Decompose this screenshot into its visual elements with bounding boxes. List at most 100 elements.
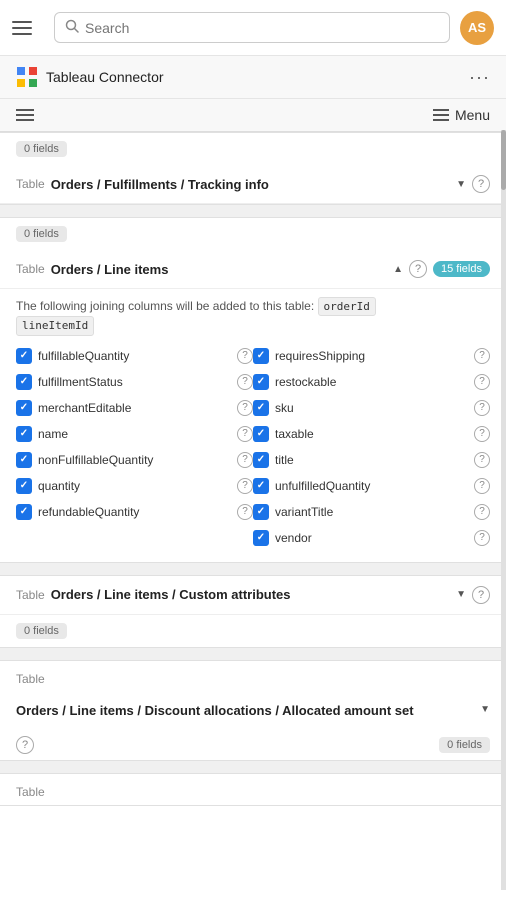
field-row: title ? [253,448,490,472]
checkbox-title[interactable] [253,452,269,468]
checkbox-fulfillableQuantity[interactable] [16,348,32,364]
checkbox-sku[interactable] [253,400,269,416]
field-row: nonFulfillableQuantity ? [16,448,253,472]
help-icon-custom[interactable]: ? [472,586,490,604]
fields-badge-fulfillments: 0 fields [16,141,67,157]
field-row: vendor ? [253,526,490,550]
table-header-discount: Orders / Line items / Discount allocatio… [0,692,506,730]
search-icon [65,19,79,36]
checkbox-quantity[interactable] [16,478,32,494]
field-row: name ? [16,422,253,446]
joining-info: The following joining columns will be ad… [0,289,506,340]
checkbox-nonFulfillableQuantity[interactable] [16,452,32,468]
chevron-down-icon[interactable]: ▼ [456,179,466,190]
field-row: merchantEditable ? [16,396,253,420]
table-only-label: Table [16,672,45,686]
section-bottom-row-discount: ? 0 fields [0,730,506,760]
checkbox-taxable[interactable] [253,426,269,442]
table-name-discount: Orders / Line items / Discount allocatio… [16,702,474,720]
field-name: restockable [275,375,468,389]
help-icon[interactable]: ? [237,504,253,520]
help-icon-fulfillments[interactable]: ? [472,175,490,193]
field-name: fulfillableQuantity [38,349,231,363]
field-name: sku [275,401,468,415]
help-icon[interactable]: ? [237,374,253,390]
help-icon[interactable]: ? [474,426,490,442]
help-icon[interactable]: ? [474,478,490,494]
table-name-custom: Orders / Line items / Custom attributes [51,587,450,602]
field-row: sku ? [253,396,490,420]
checkbox-requiresShipping[interactable] [253,348,269,364]
field-row: fulfillableQuantity ? [16,344,253,368]
top-bar: AS [0,0,506,56]
fields-right: requiresShipping ? restockable ? sku ? [253,344,490,550]
sub-hamburger-button[interactable] [16,109,34,121]
help-icon[interactable]: ? [474,452,490,468]
chevron-down-icon[interactable]: ▼ [480,704,490,715]
sub-header: Menu [0,99,506,132]
help-icon[interactable]: ? [237,452,253,468]
help-icon[interactable]: ? [474,530,490,546]
field-name: variantTitle [275,505,468,519]
avatar: AS [460,11,494,45]
table-name-fulfillments: Orders / Fulfillments / Tracking info [51,177,450,192]
checkbox-unfulfilledQuantity[interactable] [253,478,269,494]
field-name: name [38,427,231,441]
help-icon[interactable]: ? [237,348,253,364]
field-row: quantity ? [16,474,253,498]
scrollbar[interactable] [501,130,506,890]
fields-left: fulfillableQuantity ? fulfillmentStatus … [16,344,253,550]
tableau-icon [16,66,38,88]
field-name: vendor [275,531,468,545]
section-discount-allocations: Table Orders / Line items / Discount all… [0,660,506,761]
table-header-fulfillments: Table Orders / Fulfillments / Tracking i… [0,165,506,204]
table-only-header-last: Table [0,774,506,805]
help-icon[interactable]: ? [237,400,253,416]
section-line-items: 0 fields Table Orders / Line items ▲ ? 1… [0,217,506,563]
chevron-up-icon[interactable]: ▲ [393,264,403,275]
fields-badge-custom: 0 fields [16,623,67,639]
more-options-button[interactable]: ··· [469,67,490,88]
field-row: restockable ? [253,370,490,394]
checkbox-refundableQuantity[interactable] [16,504,32,520]
help-icon[interactable]: ? [237,426,253,442]
field-name: nonFulfillableQuantity [38,453,231,467]
help-icon-discount[interactable]: ? [16,736,34,754]
help-icon[interactable]: ? [474,348,490,364]
checkbox-merchantEditable[interactable] [16,400,32,416]
field-row: unfulfilledQuantity ? [253,474,490,498]
search-input[interactable] [85,20,439,36]
table-label-line-items: Table [16,262,45,276]
help-icon[interactable]: ? [474,400,490,416]
checkbox-restockable[interactable] [253,374,269,390]
field-name: unfulfilledQuantity [275,479,468,493]
content-area: Menu 0 fields Table Orders / Fulfillment… [0,99,506,806]
field-row: taxable ? [253,422,490,446]
checkbox-fulfillmentStatus[interactable] [16,374,32,390]
help-icon-line-items[interactable]: ? [409,260,427,278]
table-header-custom: Table Orders / Line items / Custom attri… [0,576,506,615]
section-last: Table [0,773,506,806]
table-name-line-items: Orders / Line items [51,262,387,277]
chevron-down-icon[interactable]: ▼ [456,589,466,600]
field-name: title [275,453,468,467]
checkbox-variantTitle[interactable] [253,504,269,520]
field-name: merchantEditable [38,401,231,415]
menu-button[interactable]: Menu [433,107,490,123]
menu-label: Menu [455,107,490,123]
field-name: fulfillmentStatus [38,375,231,389]
help-icon[interactable]: ? [237,478,253,494]
scroll-thumb[interactable] [501,130,506,190]
checkbox-name[interactable] [16,426,32,442]
field-name: refundableQuantity [38,505,231,519]
field-name: requiresShipping [275,349,468,363]
menu-lines-icon [433,109,449,121]
joining-tag-lineitemid: lineItemId [16,316,94,335]
table-only-label-last: Table [16,785,45,799]
checkbox-vendor[interactable] [253,530,269,546]
search-box[interactable] [54,12,450,43]
help-icon[interactable]: ? [474,374,490,390]
second-bar-title: Tableau Connector [46,69,461,85]
help-icon[interactable]: ? [474,504,490,520]
hamburger-button[interactable] [12,12,44,44]
